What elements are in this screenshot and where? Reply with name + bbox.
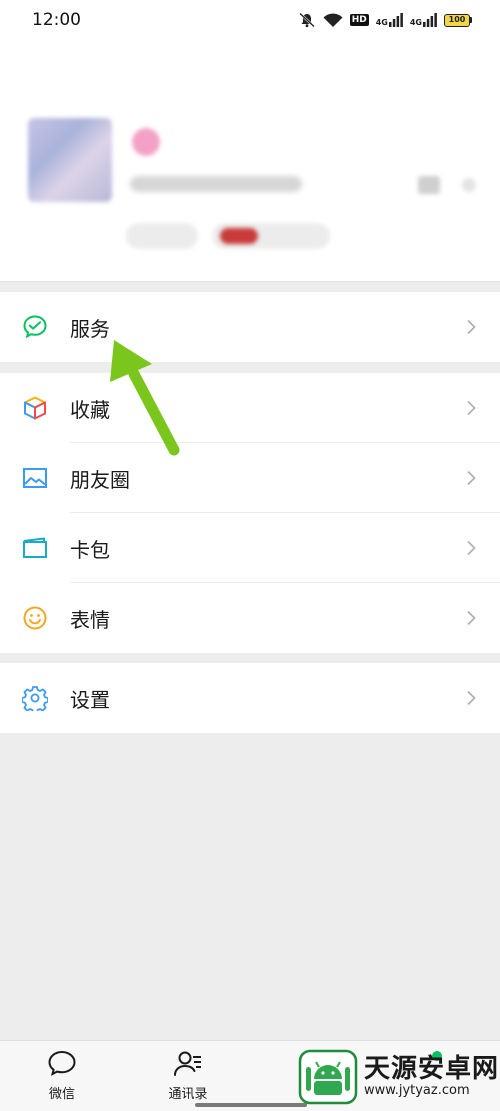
menu-item-services[interactable]: 服务 bbox=[0, 292, 500, 362]
hd-badge: HD bbox=[349, 14, 369, 26]
menu-label-moments: 朋友圈 bbox=[70, 467, 130, 492]
watermark: 天源安卓网 www.jytyaz.com bbox=[298, 1046, 500, 1108]
menu-group-settings: 设置 bbox=[0, 663, 500, 733]
divider bbox=[0, 281, 500, 282]
status-bar: 12:00 HD 4G 4G 100 bbox=[0, 0, 500, 40]
status-time: 12:00 bbox=[32, 10, 81, 30]
chevron-right-icon bbox=[466, 400, 476, 416]
chevron-right-icon bbox=[466, 610, 476, 626]
menu-item-settings[interactable]: 设置 bbox=[0, 663, 500, 733]
menu-label-favorites: 收藏 bbox=[70, 397, 110, 422]
image-icon bbox=[22, 465, 48, 491]
signal-2-label: 4G bbox=[409, 18, 422, 27]
watermark-url: www.jytyaz.com bbox=[364, 1082, 470, 1098]
avatar[interactable] bbox=[28, 118, 112, 202]
menu-label-cards: 卡包 bbox=[70, 537, 110, 562]
wechat-id-blurred bbox=[130, 176, 302, 192]
home-indicator bbox=[195, 1103, 307, 1107]
chevron-right-icon bbox=[466, 470, 476, 486]
menu-label-services: 服务 bbox=[70, 316, 110, 341]
qr-code-icon[interactable] bbox=[418, 176, 440, 194]
nickname-blurred bbox=[132, 128, 160, 156]
tab-contacts[interactable]: 通讯录 bbox=[148, 1049, 228, 1102]
tab-label-contacts: 通讯录 bbox=[168, 1087, 208, 1102]
profile-header[interactable] bbox=[0, 40, 500, 282]
signal-2: 4G bbox=[410, 13, 437, 27]
watermark-title: 天源安卓网 bbox=[364, 1053, 500, 1084]
android-logo-icon bbox=[298, 1049, 358, 1105]
smiley-icon bbox=[22, 605, 48, 631]
friend-status-badge bbox=[220, 228, 258, 244]
chat-bubble-icon bbox=[48, 1050, 76, 1076]
tab-chats[interactable]: 微信 bbox=[22, 1049, 102, 1102]
signal-1: 4G bbox=[376, 13, 403, 27]
menu-label-settings: 设置 bbox=[70, 687, 110, 712]
gear-icon bbox=[21, 685, 49, 714]
wechat-pay-check-icon bbox=[22, 314, 48, 340]
profile-chevron-icon bbox=[462, 178, 476, 192]
cube-icon bbox=[22, 395, 48, 421]
battery-icon: 100 bbox=[444, 13, 472, 27]
wifi-icon bbox=[323, 13, 343, 28]
menu-item-moments[interactable]: 朋友圈 bbox=[0, 443, 500, 513]
card-wallet-icon bbox=[22, 535, 48, 561]
tab-label-chats: 微信 bbox=[48, 1087, 75, 1102]
menu-label-stickers: 表情 bbox=[70, 607, 110, 632]
menu-item-favorites[interactable]: 收藏 bbox=[0, 373, 500, 443]
menu-item-cards[interactable]: 卡包 bbox=[0, 513, 500, 583]
menu-group-main: 收藏 朋友圈 卡包 表情 bbox=[0, 373, 500, 653]
chevron-right-icon bbox=[466, 540, 476, 556]
signal-1-label: 4G bbox=[375, 18, 388, 27]
chevron-right-icon bbox=[466, 319, 476, 335]
menu-group-services: 服务 bbox=[0, 292, 500, 362]
status-icons: HD 4G 4G 100 bbox=[298, 12, 472, 28]
status-button[interactable] bbox=[126, 223, 198, 249]
chevron-right-icon bbox=[466, 690, 476, 706]
bell-off-icon bbox=[298, 12, 316, 28]
menu-item-stickers[interactable]: 表情 bbox=[0, 583, 500, 653]
battery-level: 100 bbox=[444, 13, 470, 27]
contacts-icon bbox=[174, 1051, 201, 1076]
